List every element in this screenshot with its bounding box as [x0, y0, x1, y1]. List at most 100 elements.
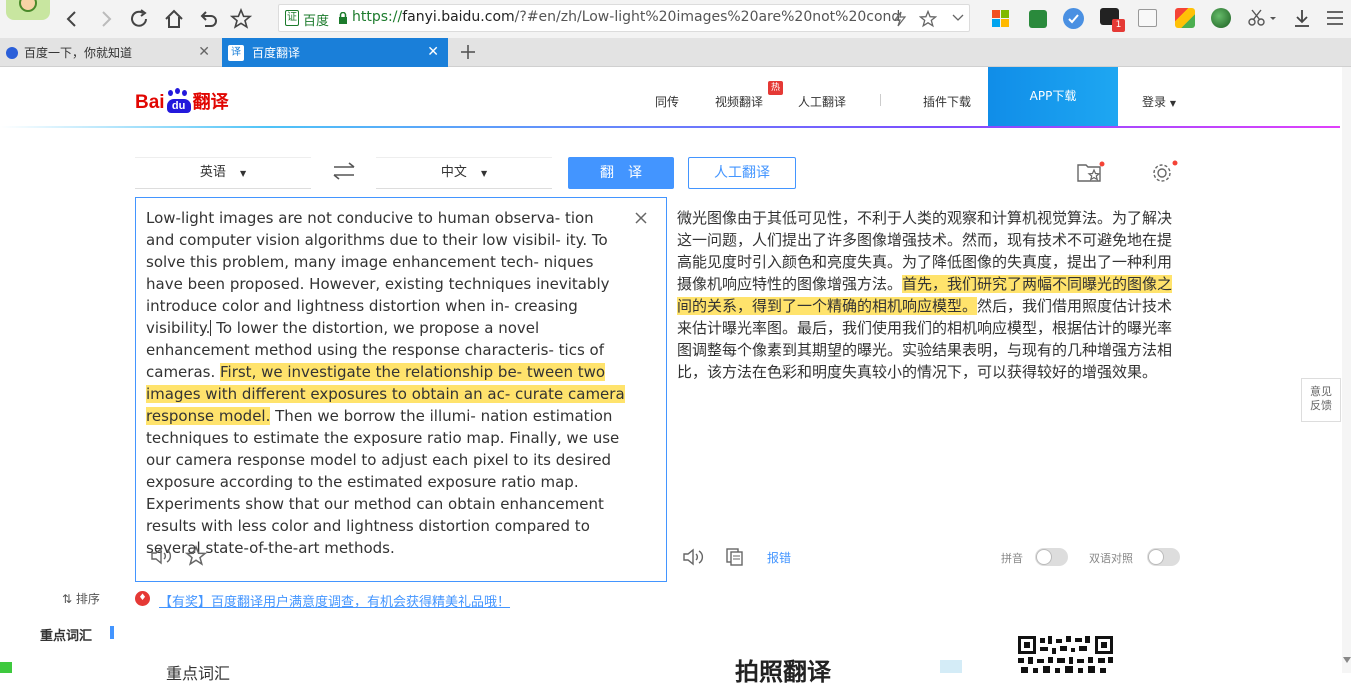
- copy-icon[interactable]: [725, 547, 745, 567]
- header-gradient-line: [0, 126, 1340, 128]
- url-scheme: https://: [352, 9, 403, 25]
- translation-output: 微光图像由于其低可见性，不利于人类的观察和计算机视觉算法。为了解决这一问题，人们…: [677, 207, 1175, 383]
- phone-graphic: [940, 660, 962, 673]
- caret-down-icon: ▼: [481, 169, 488, 178]
- url-text: https://fanyi.baidu.com/?#en/zh/Low-ligh…: [352, 9, 900, 25]
- app-download-label: APP下载: [1029, 89, 1077, 103]
- address-bar[interactable]: 证 百度 https://fanyi.baidu.com/?#en/zh/Low…: [278, 4, 970, 32]
- login-label: 登录: [1142, 95, 1167, 109]
- back-icon[interactable]: [62, 9, 82, 29]
- human-translate-button[interactable]: 人工翻译: [688, 157, 796, 189]
- swap-languages-icon[interactable]: [332, 161, 356, 181]
- source-text-after: Then we borrow the illumi- nation estima…: [146, 407, 620, 557]
- status-indicator: [0, 662, 12, 673]
- url-host: fanyi.baidu.com: [402, 9, 515, 25]
- logo-fanyi: 翻译: [192, 92, 229, 112]
- bilingual-toggle[interactable]: [1147, 548, 1180, 566]
- logo-bai: Bai: [135, 92, 165, 113]
- undo-icon[interactable]: [197, 8, 219, 30]
- favorites-folder-icon[interactable]: [1076, 160, 1106, 184]
- flag-extension-icon[interactable]: [1029, 10, 1047, 28]
- nav-simultaneous[interactable]: 同传: [655, 93, 679, 110]
- tab-close-icon[interactable]: ✕: [427, 44, 439, 60]
- target-speaker-icon[interactable]: [682, 547, 706, 567]
- logo-du: du: [166, 99, 191, 113]
- lock-icon: [338, 12, 348, 24]
- keywords-heading: 重点词汇: [40, 625, 92, 644]
- translate-tab-icon: 译: [228, 44, 244, 61]
- scrollbar[interactable]: [1342, 67, 1351, 673]
- sort-control[interactable]: ⇅ 排序: [62, 590, 100, 607]
- keywords-section-title: 重点词汇: [166, 664, 231, 683]
- avatar[interactable]: [6, 0, 50, 20]
- pinyin-toggle[interactable]: [1035, 548, 1068, 566]
- human-translate-button-label: 人工翻译: [714, 165, 770, 181]
- keywords-label: 重点词汇: [40, 629, 93, 644]
- lightning-icon[interactable]: [893, 11, 907, 27]
- source-language-select[interactable]: 英语 ▼: [135, 157, 311, 189]
- forward-icon[interactable]: [96, 9, 116, 29]
- tab-close-icon[interactable]: ✕: [198, 44, 210, 60]
- pinyin-label: 拼音: [1001, 552, 1023, 565]
- bilingual-label: 双语对照: [1089, 552, 1133, 565]
- settings-gear-icon[interactable]: [1150, 160, 1180, 184]
- reload-icon[interactable]: [129, 8, 151, 30]
- source-text-before: Low-light images are not conducive to hu…: [146, 209, 610, 337]
- translate-button-label: 翻 译: [600, 165, 642, 181]
- source-text[interactable]: Low-light images are not conducive to hu…: [146, 207, 626, 559]
- nav-plugin-download[interactable]: 插件下载: [923, 93, 971, 110]
- promo-survey-link[interactable]: 【有奖】百度翻译用户满意度调查，有机会获得精美礼品哦！: [159, 591, 510, 610]
- new-tab-icon[interactable]: [459, 43, 477, 61]
- chevron-down-icon[interactable]: [951, 13, 965, 23]
- reader-extension-icon[interactable]: [1138, 9, 1157, 27]
- tab-title: 百度翻译: [252, 46, 301, 60]
- home-icon[interactable]: [163, 8, 185, 30]
- windows-icon[interactable]: [992, 10, 1009, 27]
- hot-badge: 热: [768, 81, 783, 95]
- keywords-indicator: [110, 626, 114, 639]
- feedback-label: 意见反馈: [1310, 385, 1332, 412]
- tab-baidu-fanyi[interactable]: 译 百度翻译 ✕: [222, 38, 448, 67]
- fire-icon: ♦: [135, 591, 150, 606]
- tab-title: 百度一下，你就知道: [24, 46, 133, 60]
- scroll-down-icon[interactable]: [1343, 657, 1351, 663]
- check-extension-icon[interactable]: [1063, 8, 1084, 29]
- source-language-label: 英语: [199, 165, 226, 180]
- globe-extension-icon[interactable]: [1211, 8, 1231, 28]
- color-extension-icon[interactable]: [1175, 8, 1195, 28]
- clear-input-icon[interactable]: [633, 210, 649, 226]
- notification-badge: 1: [1112, 19, 1125, 32]
- source-speaker-icon[interactable]: [150, 546, 174, 566]
- tab-baidu-home[interactable]: 百度一下，你就知道 ✕: [0, 38, 219, 67]
- nav-divider: [880, 94, 881, 106]
- source-favorite-star-icon[interactable]: [185, 545, 207, 567]
- site-identity: 百度: [303, 14, 330, 29]
- photo-translate-title: 拍照翻译: [735, 658, 831, 686]
- baidu-logo[interactable]: Bai du 翻译: [135, 80, 229, 114]
- login-link[interactable]: 登录 ▼: [1142, 93, 1176, 110]
- caret-down-icon: ▼: [240, 169, 247, 178]
- scissors-icon[interactable]: [1248, 9, 1278, 27]
- sort-icon: ⇅: [62, 592, 73, 606]
- favorite-icon[interactable]: [919, 10, 937, 28]
- qr-code: [1018, 636, 1113, 673]
- target-language-select[interactable]: 中文 ▼: [376, 157, 552, 189]
- download-icon[interactable]: [1292, 8, 1312, 28]
- nav-human-translate[interactable]: 人工翻译: [798, 93, 846, 110]
- feedback-button[interactable]: 意见反馈: [1301, 378, 1341, 422]
- tab-strip: 百度一下，你就知道 ✕ 译 百度翻译 ✕: [0, 38, 1351, 67]
- caret-down-icon: ▼: [1169, 99, 1176, 108]
- report-error-link[interactable]: 报错: [767, 549, 791, 566]
- logo-paw: du: [165, 88, 193, 114]
- paw-icon: [6, 46, 18, 59]
- nav-video-translate[interactable]: 视频翻译: [715, 93, 763, 110]
- url-path: /?#en/zh/Low-light%20images%20are%20not%…: [514, 9, 901, 25]
- menu-icon[interactable]: [1326, 10, 1344, 26]
- certificate-icon: 证: [285, 10, 299, 26]
- browser-toolbar: 证 百度 https://fanyi.baidu.com/?#en/zh/Low…: [0, 0, 1351, 38]
- translate-button[interactable]: 翻 译: [568, 157, 674, 189]
- sort-label: 排序: [75, 592, 100, 606]
- app-download-button[interactable]: APP下载: [988, 67, 1118, 126]
- star-bookmark-icon[interactable]: [230, 8, 252, 30]
- target-language-label: 中文: [440, 165, 467, 180]
